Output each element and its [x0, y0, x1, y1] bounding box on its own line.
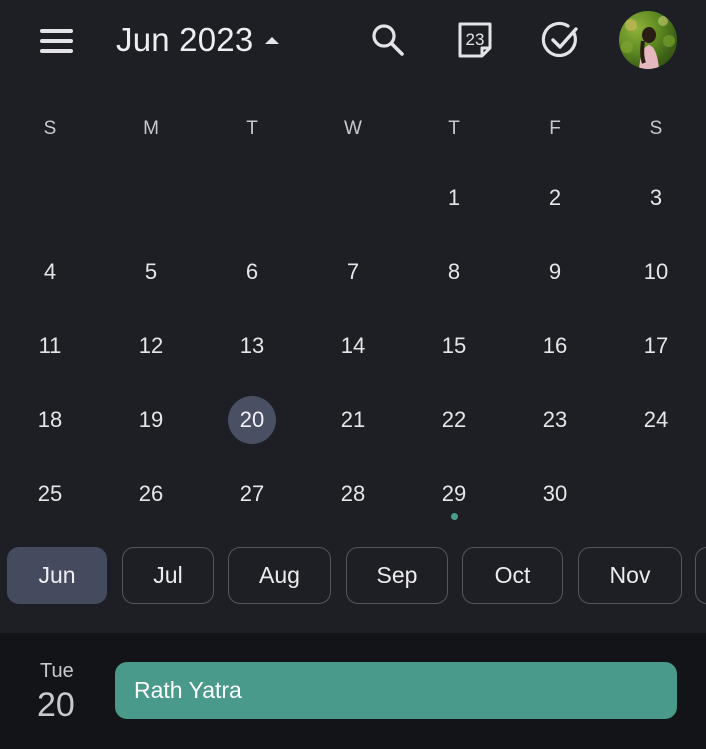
day-cell[interactable]: 18 [26, 396, 74, 444]
day-cell[interactable]: 27 [228, 470, 276, 518]
agenda-date: 20 [37, 686, 75, 724]
agenda-day-of-week: Tue [40, 660, 74, 682]
day-cell[interactable]: 6 [228, 248, 276, 296]
day-cell[interactable]: 13 [228, 322, 276, 370]
month-chip-partial[interactable] [695, 547, 706, 604]
day-cell[interactable]: 24 [632, 396, 680, 444]
event-indicator-dot [450, 513, 458, 520]
month-chip-jul[interactable]: Jul [122, 547, 214, 604]
day-cell[interactable]: 4 [26, 248, 74, 296]
day-cell[interactable]: 1 [430, 174, 478, 222]
agenda-panel: Tue 20 Rath Yatra [0, 633, 706, 749]
month-chip-jun[interactable]: Jun [7, 547, 107, 604]
day-cell[interactable]: 22 [430, 396, 478, 444]
day-cell[interactable]: 16 [531, 322, 579, 370]
day-cell[interactable]: 14 [329, 322, 377, 370]
day-cell[interactable]: 7 [329, 248, 377, 296]
month-chip-sep[interactable]: Sep [346, 547, 448, 604]
day-cell[interactable]: 23 [531, 396, 579, 444]
month-chip-oct[interactable]: Oct [462, 547, 563, 604]
day-cell[interactable]: 5 [127, 248, 175, 296]
day-cell[interactable]: 17 [632, 322, 680, 370]
month-chip-nov[interactable]: Nov [578, 547, 682, 604]
day-cell[interactable]: 11 [26, 322, 74, 370]
month-chip-row: Jun Jul Aug Sep Oct Nov [0, 546, 706, 606]
day-cell[interactable]: 8 [430, 248, 478, 296]
day-cell[interactable]: 2 [531, 174, 579, 222]
day-cell[interactable]: 15 [430, 322, 478, 370]
day-cell[interactable]: 9 [531, 248, 579, 296]
month-chip-aug[interactable]: Aug [228, 547, 331, 604]
day-cell[interactable]: 29 [430, 470, 478, 518]
day-cell[interactable]: 10 [632, 248, 680, 296]
event-title: Rath Yatra [134, 677, 242, 703]
day-cell[interactable]: 3 [632, 174, 680, 222]
day-cell[interactable]: 26 [127, 470, 175, 518]
event-chip[interactable]: Rath Yatra [115, 662, 677, 719]
day-cell[interactable]: 21 [329, 396, 377, 444]
day-cell[interactable]: 25 [26, 470, 74, 518]
day-cell-selected[interactable]: 20 [228, 396, 276, 444]
day-cell[interactable]: 19 [127, 396, 175, 444]
day-cell[interactable]: 12 [127, 322, 175, 370]
day-cell[interactable]: 30 [531, 470, 579, 518]
day-cell[interactable]: 28 [329, 470, 377, 518]
month-grid: 1 2 3 4 5 6 7 8 9 10 11 12 13 14 15 16 17 18 19 20 21 22 23 24 2… [0, 0, 706, 530]
calendar-app: Jun 2023 23 S M T W T F S 1 2 3 4 5 6 7 … [0, 0, 706, 749]
